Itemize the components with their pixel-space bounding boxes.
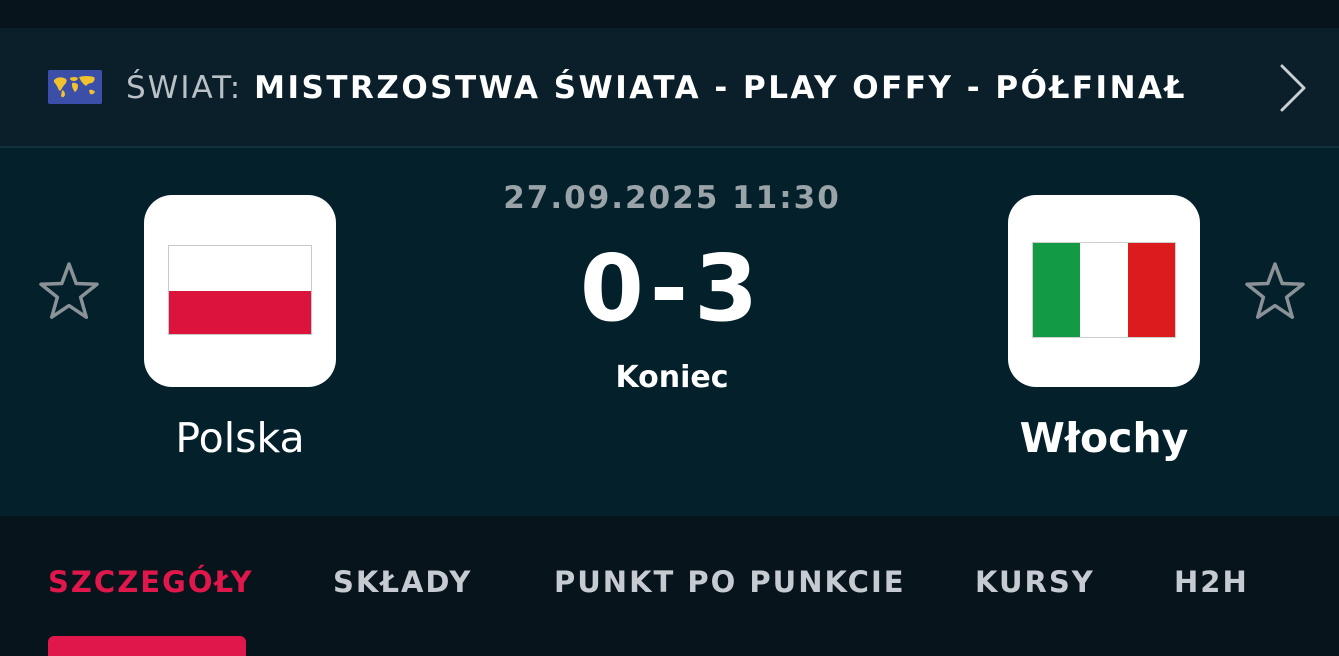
active-tab-indicator: [48, 636, 246, 656]
home-team-name[interactable]: Polska: [40, 410, 440, 466]
tab-h2h[interactable]: H2H: [1174, 560, 1249, 604]
chevron-right-icon[interactable]: [1272, 62, 1312, 114]
league-title: ŚWIAT: MISTRZOSTWA ŚWIATA - PLAY OFFY - …: [126, 66, 1187, 110]
home-team-logo[interactable]: [144, 195, 336, 387]
status-bar: [0, 0, 1339, 28]
league-header[interactable]: ŚWIAT: MISTRZOSTWA ŚWIATA - PLAY OFFY - …: [0, 28, 1339, 148]
italy-flag-icon: [1032, 242, 1176, 338]
away-team-name[interactable]: Włochy: [904, 410, 1304, 466]
tab-punkt-po-punkcie[interactable]: PUNKT PO PUNKCIE: [554, 560, 906, 604]
league-country: ŚWIAT:: [126, 70, 243, 106]
match-score: 0-3: [579, 235, 765, 342]
match-status: Koniec: [615, 360, 729, 395]
tab-sklady[interactable]: SKŁADY: [333, 560, 472, 604]
tab-kursy[interactable]: KURSY: [975, 560, 1095, 604]
tab-szczegoly[interactable]: SZCZEGÓŁY: [48, 560, 254, 604]
tab-bar: SZCZEGÓŁY SKŁADY PUNKT PO PUNKCIE KURSY …: [0, 516, 1339, 656]
match-datetime: 27.09.2025 11:30: [503, 180, 841, 216]
poland-flag-icon: [168, 245, 312, 335]
match-summary: Polska 27.09.2025 11:30 0-3 Koniec Włoch…: [0, 148, 1339, 516]
league-name: MISTRZOSTWA ŚWIATA - PLAY OFFY - PÓŁFINA…: [254, 70, 1187, 106]
away-team-logo[interactable]: [1008, 195, 1200, 387]
world-map-flag-icon: [48, 70, 102, 104]
favorite-home-star-icon[interactable]: [38, 261, 100, 323]
favorite-away-star-icon[interactable]: [1244, 261, 1306, 323]
